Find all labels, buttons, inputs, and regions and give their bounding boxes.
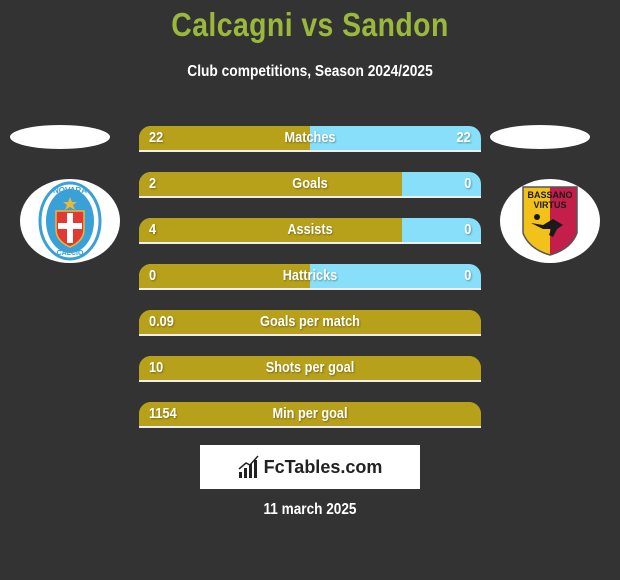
crest-top-text: BASSANO — [527, 190, 572, 200]
season-subtitle: Club competitions, Season 2024/2025 — [187, 63, 433, 80]
stat-label: Matches — [284, 129, 336, 146]
stat-label: Min per goal — [272, 405, 348, 422]
stat-bar-goals-per-match: 0.09 Goals per match — [139, 310, 481, 336]
match-date: 11 march 2025 — [263, 501, 357, 518]
stat-label: Shots per goal — [265, 359, 355, 376]
left-team-logo[interactable]: NOVARA CALCIO — [20, 179, 120, 263]
right-value: 0 — [463, 267, 471, 284]
brand-name: FcTables.com — [263, 456, 383, 477]
stat-label: Goals — [292, 175, 328, 192]
left-value: 0 — [149, 267, 157, 284]
left-value: 22 — [149, 129, 164, 146]
stat-label: Hattricks — [282, 267, 338, 284]
right-value: 22 — [456, 129, 471, 146]
stat-label: Goals per match — [260, 313, 360, 330]
right-value: 0 — [463, 175, 471, 192]
bar-chart-icon — [238, 455, 259, 478]
stat-bar-min-per-goal: 1154 Min per goal — [139, 402, 481, 428]
right-team-logo[interactable]: BASSANO VIRTUS — [500, 179, 600, 263]
page-title: Calcagni vs Sandon — [171, 6, 449, 43]
stat-bar-shots-per-goal: 10 Shots per goal — [139, 356, 481, 382]
crest-top-text: NOVARA — [53, 186, 87, 195]
fctables-brand[interactable]: FcTables.com — [200, 445, 420, 489]
left-value: 2 — [149, 175, 157, 192]
stat-bar-matches: 22 Matches 22 — [139, 126, 481, 152]
novara-calcio-crest-icon: NOVARA CALCIO — [38, 181, 102, 261]
stat-bar-goals: 2 Goals 0 — [139, 172, 481, 198]
left-value: 4 — [149, 221, 157, 238]
left-player-placeholder — [10, 125, 110, 149]
stat-label: Assists — [287, 221, 333, 238]
right-player-placeholder — [490, 125, 590, 149]
crest-bottom-text: CALCIO — [57, 250, 84, 257]
bassano-virtus-crest-icon: BASSANO VIRTUS — [522, 186, 578, 256]
crest-mid-text: VIRTUS — [533, 200, 566, 210]
left-value: 10 — [149, 359, 164, 376]
stat-bar-hattricks: 0 Hattricks 0 — [139, 264, 481, 290]
right-value: 0 — [463, 221, 471, 238]
stat-bar-assists: 4 Assists 0 — [139, 218, 481, 244]
